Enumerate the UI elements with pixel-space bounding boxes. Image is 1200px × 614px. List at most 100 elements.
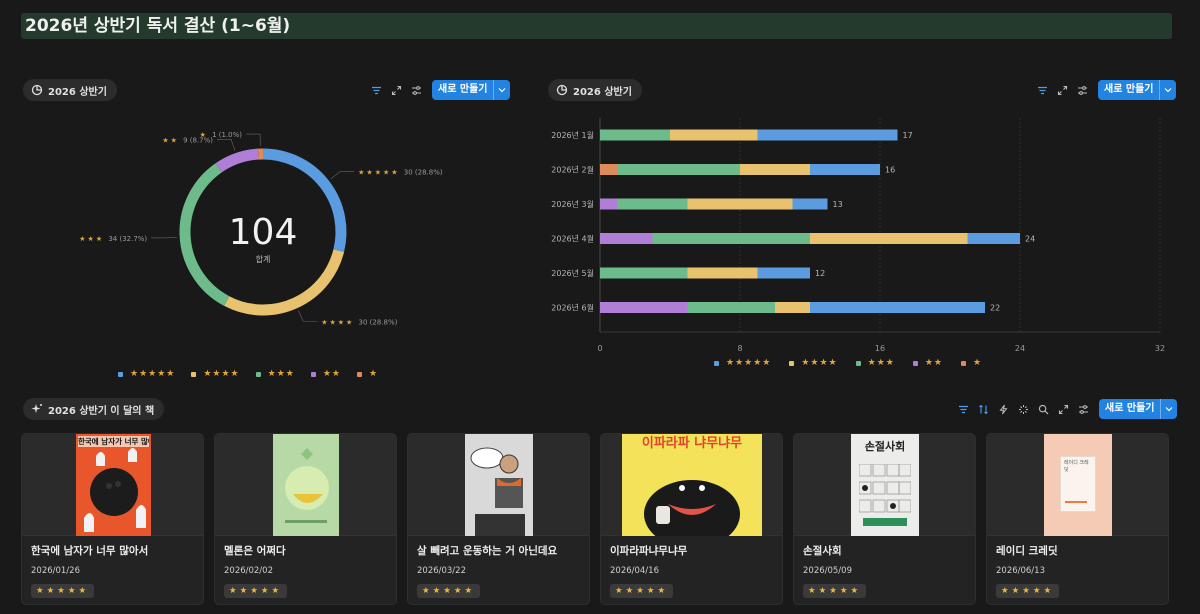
legend-label: ★ <box>972 358 983 368</box>
view-tab-donut[interactable]: 2026 상반기 <box>23 79 117 101</box>
cover-area: 이파라파 냐무냐무 <box>601 434 782 536</box>
monster-illustration <box>644 480 740 536</box>
legend-item: ★ <box>356 369 379 379</box>
y-category-label: 2026년 5월 <box>551 268 594 278</box>
cover-area <box>408 434 589 536</box>
donut-leader-line <box>330 171 355 180</box>
card-rating: ★★★★★ <box>224 584 288 598</box>
donut-center-label: 합계 <box>256 254 271 264</box>
new-button-label: 새로 만들기 <box>1105 403 1155 414</box>
new-button[interactable]: 새로 만들기 <box>1098 80 1177 100</box>
view-tab-gallery[interactable]: 2026 상반기 이 달의 책 <box>23 398 165 420</box>
expand-icon[interactable] <box>1054 82 1071 99</box>
book-mockup: 레이디 크레딧 <box>1060 456 1096 512</box>
book-card[interactable]: 손절사회 손절사회 2026/05/09 ★★★★★ <box>793 433 976 605</box>
donut-slice-label: ★★★ 34 (32.7%) <box>79 235 147 243</box>
card-rating: ★★★★★ <box>996 584 1060 598</box>
legend-swatch <box>118 371 123 377</box>
book-card[interactable]: 이파라파 냐무냐무 이파라파냐무냐무 2026/04/16 ★★★★★ <box>600 433 783 605</box>
legend-label: ★★★★★ <box>130 369 176 379</box>
filter-icon[interactable] <box>368 82 385 99</box>
bar-total-label: 22 <box>990 304 1000 313</box>
legend-item: ★★ <box>912 358 943 368</box>
book-cover-image: 이파라파 냐무냐무 <box>622 434 762 536</box>
cover-title: 한국에 남자가 너무 많아서 <box>78 436 149 447</box>
melon-illustration <box>285 448 329 523</box>
settings-sliders-icon[interactable] <box>408 82 425 99</box>
donut-toolbar: 새로 만들기 <box>368 80 511 100</box>
legend-swatch <box>191 371 197 377</box>
cover-area: 레이디 크레딧 <box>987 434 1168 536</box>
legend-item: ★★★★ <box>789 358 837 368</box>
chevron-down-icon[interactable] <box>493 80 510 100</box>
card-title: 이파라파냐무냐무 <box>610 545 688 557</box>
book-card[interactable]: 멜론은 어쩌다 2026/02/02 ★★★★★ <box>214 433 397 605</box>
donut-slice <box>215 148 259 173</box>
cover-area: 한국에 남자가 너무 많아서 <box>22 434 203 536</box>
legend-item: ★★★ <box>855 358 895 368</box>
legend-swatch <box>310 371 316 377</box>
card-date: 2026/01/26 <box>31 566 80 576</box>
new-button[interactable]: 새로 만들기 <box>432 80 511 100</box>
donut-slice-label: ★★★★ 30 (28.8%) <box>321 318 397 326</box>
sparkle-icon <box>31 404 42 413</box>
chevron-down-icon[interactable] <box>1160 399 1177 419</box>
athlete-illustration <box>470 447 525 536</box>
ai-sparkle-icon[interactable] <box>1015 401 1032 418</box>
y-category-label: 2026년 4월 <box>551 234 594 244</box>
y-category-label: 2026년 3월 <box>551 199 594 209</box>
book-card[interactable]: 한국에 남자가 너무 많아서 한국에 남자가 너무 많아서 2026/01/26… <box>21 433 204 605</box>
filter-icon[interactable] <box>1034 82 1051 99</box>
x-tick-label: 8 <box>737 344 742 353</box>
card-date: 2026/03/22 <box>417 566 466 576</box>
expand-icon[interactable] <box>388 82 405 99</box>
new-button-label: 새로 만들기 <box>1104 84 1154 95</box>
view-tab-bar[interactable]: 2026 상반기 <box>548 79 642 101</box>
chevron-down-icon[interactable] <box>1159 80 1176 100</box>
x-tick-label: 24 <box>1015 344 1025 353</box>
card-title: 손절사회 <box>803 545 842 557</box>
bar-segment <box>967 233 1020 244</box>
view-tab-label: 2026 상반기 <box>573 86 632 98</box>
bar-segment <box>775 302 810 313</box>
book-cover-image: 한국에 남자가 너무 많아서 <box>76 434 151 536</box>
card-title: 살 빼려고 운동하는 거 아닌데요 <box>417 545 558 557</box>
gallery-cards: 한국에 남자가 너무 많아서 한국에 남자가 너무 많아서 2026/01/26… <box>21 433 1169 605</box>
book-card[interactable]: 레이디 크레딧 레이디 크레딧 2026/06/13 ★★★★★ <box>986 433 1169 605</box>
bar-segment <box>670 129 758 141</box>
legend-item: ★ <box>960 358 983 368</box>
bar-segment <box>600 129 670 141</box>
card-rating: ★★★★★ <box>31 584 95 598</box>
expand-icon[interactable] <box>1055 401 1072 418</box>
legend-swatch <box>855 360 861 366</box>
card-rating: ★★★★★ <box>417 584 481 598</box>
legend-item: ★★ <box>310 369 341 379</box>
sort-icon[interactable] <box>975 401 992 418</box>
filter-icon[interactable] <box>955 401 972 418</box>
settings-sliders-icon[interactable] <box>1074 82 1091 99</box>
search-icon[interactable] <box>1035 401 1052 418</box>
book-cover-image <box>273 434 339 536</box>
y-category-label: 2026년 1월 <box>551 130 594 140</box>
legend-item: ★★★★★ <box>118 369 175 379</box>
legend-label: ★ <box>368 369 379 379</box>
legend-item: ★★★★★ <box>714 358 771 368</box>
lightning-icon[interactable] <box>995 401 1012 418</box>
new-button[interactable]: 새로 만들기 <box>1099 399 1178 419</box>
bar-segment <box>617 164 740 175</box>
book-card[interactable]: 살 빼려고 운동하는 거 아닌데요 2026/03/22 ★★★★★ <box>407 433 590 605</box>
donut-chart: ★★★★★ 30 (28.8%) ★★★★ 30 (28.8%) ★★★ 34 (3… <box>79 131 443 326</box>
donut-slice-label: ★ 1 (1.0%) <box>200 131 243 139</box>
donut-slice <box>224 249 345 316</box>
y-category-label: 2026년 2월 <box>551 165 594 175</box>
gallery-toolbar: 새로 만들기 <box>955 399 1178 419</box>
donut-center-value: 104 <box>229 212 298 253</box>
settings-sliders-icon[interactable] <box>1075 401 1092 418</box>
donut-leader-line <box>298 310 318 322</box>
bar-total-label: 13 <box>833 200 843 209</box>
grid-illustration <box>859 464 911 526</box>
cover-title: 레이디 크레딧 <box>1064 460 1089 473</box>
legend-label: ★★★★ <box>801 358 838 368</box>
book-cover-image <box>465 434 533 536</box>
bar-segment <box>617 198 688 210</box>
